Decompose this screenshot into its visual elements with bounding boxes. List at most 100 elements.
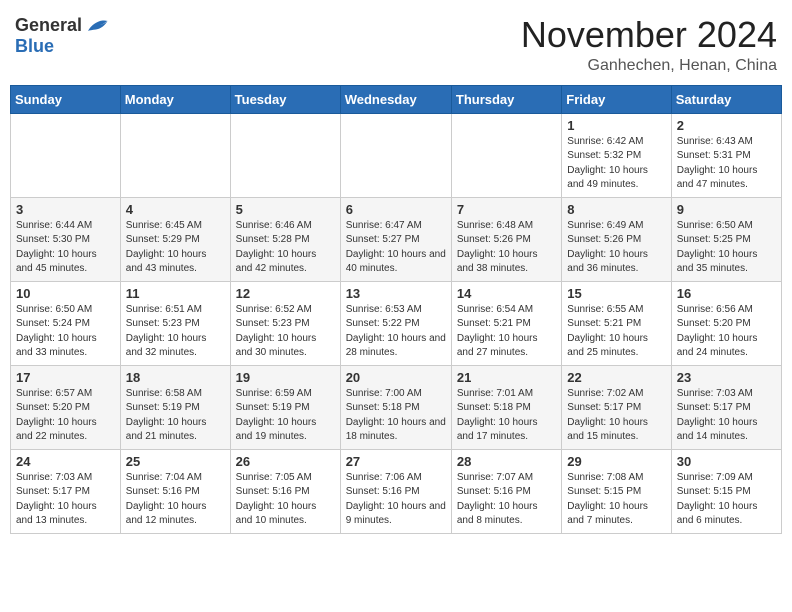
day-number: 17 bbox=[16, 370, 115, 385]
day-info: Sunrise: 6:59 AMSunset: 5:19 PMDaylight:… bbox=[236, 387, 335, 445]
day-number: 18 bbox=[126, 370, 225, 385]
day-number: 4 bbox=[126, 202, 225, 217]
calendar-cell: 10Sunrise: 6:50 AMSunset: 5:24 PMDayligh… bbox=[11, 281, 121, 365]
day-info: Sunrise: 7:09 AMSunset: 5:15 PMDaylight:… bbox=[677, 471, 776, 529]
weekday-header-saturday: Saturday bbox=[671, 85, 781, 113]
calendar-cell: 19 Sunrise: 6:59 AMSunset: 5:19 PMDayligh… bbox=[230, 365, 340, 449]
day-number: 1 bbox=[567, 118, 665, 133]
calendar-cell: 22Sunrise: 7:02 AMSunset: 5:17 PMDayligh… bbox=[562, 365, 671, 449]
calendar-week-row: 3 Sunrise: 6:44 AMSunset: 5:30 PMDaylight… bbox=[11, 197, 782, 281]
calendar-cell: 29 Sunrise: 7:08 AMSunset: 5:15 PMDayligh… bbox=[562, 449, 671, 533]
day-info: Sunrise: 6:51 AMSunset: 5:23 PMDaylight:… bbox=[126, 303, 225, 361]
calendar-cell: 27Sunrise: 7:06 AMSunset: 5:16 PMDayligh… bbox=[340, 449, 451, 533]
day-number: 8 bbox=[567, 202, 665, 217]
calendar-cell: 1 Sunrise: 6:42 AMSunset: 5:32 PMDaylight… bbox=[562, 113, 671, 197]
weekday-header-wednesday: Wednesday bbox=[340, 85, 451, 113]
logo: General Blue bbox=[15, 15, 108, 57]
calendar-week-row: 17 Sunrise: 6:57 AMSunset: 5:20 PMDayligh… bbox=[11, 365, 782, 449]
calendar-cell: 16Sunrise: 6:56 AMSunset: 5:20 PMDayligh… bbox=[671, 281, 781, 365]
day-number: 20 bbox=[346, 370, 446, 385]
day-info: Sunrise: 6:45 AMSunset: 5:29 PMDaylight:… bbox=[126, 219, 225, 277]
day-info: Sunrise: 7:08 AMSunset: 5:15 PMDaylight:… bbox=[567, 471, 665, 529]
weekday-header-friday: Friday bbox=[562, 85, 671, 113]
day-number: 21 bbox=[457, 370, 556, 385]
day-info: Sunrise: 6:50 AMSunset: 5:25 PMDaylight:… bbox=[677, 219, 776, 277]
day-info: Sunrise: 7:02 AMSunset: 5:17 PMDaylight:… bbox=[567, 387, 665, 445]
title-area: November 2024 Ganhechen, Henan, China bbox=[521, 15, 777, 75]
day-number: 13 bbox=[346, 286, 446, 301]
calendar-cell bbox=[230, 113, 340, 197]
calendar-cell: 5 Sunrise: 6:46 AMSunset: 5:28 PMDaylight… bbox=[230, 197, 340, 281]
calendar-cell: 25 Sunrise: 7:04 AMSunset: 5:16 PMDayligh… bbox=[120, 449, 230, 533]
day-number: 28 bbox=[457, 454, 556, 469]
calendar-cell: 12 Sunrise: 6:52 AMSunset: 5:23 PMDayligh… bbox=[230, 281, 340, 365]
calendar-cell: 2Sunrise: 6:43 AMSunset: 5:31 PMDaylight… bbox=[671, 113, 781, 197]
day-info: Sunrise: 6:47 AMSunset: 5:27 PMDaylight:… bbox=[346, 219, 446, 277]
calendar-cell: 15Sunrise: 6:55 AMSunset: 5:21 PMDayligh… bbox=[562, 281, 671, 365]
day-info: Sunrise: 7:03 AMSunset: 5:17 PMDaylight:… bbox=[677, 387, 776, 445]
calendar-cell: 18 Sunrise: 6:58 AMSunset: 5:19 PMDayligh… bbox=[120, 365, 230, 449]
day-number: 30 bbox=[677, 454, 776, 469]
day-info: Sunrise: 6:53 AMSunset: 5:22 PMDaylight:… bbox=[346, 303, 446, 361]
calendar-cell bbox=[451, 113, 561, 197]
day-number: 19 bbox=[236, 370, 335, 385]
calendar-cell: 11Sunrise: 6:51 AMSunset: 5:23 PMDayligh… bbox=[120, 281, 230, 365]
weekday-header-monday: Monday bbox=[120, 85, 230, 113]
day-info: Sunrise: 7:00 AMSunset: 5:18 PMDaylight:… bbox=[346, 387, 446, 445]
calendar-cell: 21 Sunrise: 7:01 AMSunset: 5:18 PMDayligh… bbox=[451, 365, 561, 449]
day-info: Sunrise: 7:01 AMSunset: 5:18 PMDaylight:… bbox=[457, 387, 556, 445]
calendar-cell: 30 Sunrise: 7:09 AMSunset: 5:15 PMDayligh… bbox=[671, 449, 781, 533]
day-info: Sunrise: 6:44 AMSunset: 5:30 PMDaylight:… bbox=[16, 219, 115, 277]
calendar-cell: 6 Sunrise: 6:47 AMSunset: 5:27 PMDaylight… bbox=[340, 197, 451, 281]
day-number: 14 bbox=[457, 286, 556, 301]
page-header: General Blue November 2024 Ganhechen, He… bbox=[10, 10, 782, 75]
day-info: Sunrise: 6:42 AMSunset: 5:32 PMDaylight:… bbox=[567, 135, 665, 193]
day-info: Sunrise: 6:46 AMSunset: 5:28 PMDaylight:… bbox=[236, 219, 335, 277]
calendar-cell: 4 Sunrise: 6:45 AMSunset: 5:29 PMDaylight… bbox=[120, 197, 230, 281]
day-info: Sunrise: 7:06 AMSunset: 5:16 PMDaylight:… bbox=[346, 471, 446, 529]
day-number: 24 bbox=[16, 454, 115, 469]
day-info: Sunrise: 7:04 AMSunset: 5:16 PMDaylight:… bbox=[126, 471, 225, 529]
day-number: 5 bbox=[236, 202, 335, 217]
day-number: 29 bbox=[567, 454, 665, 469]
weekday-header-tuesday: Tuesday bbox=[230, 85, 340, 113]
calendar-cell bbox=[11, 113, 121, 197]
day-info: Sunrise: 6:52 AMSunset: 5:23 PMDaylight:… bbox=[236, 303, 335, 361]
day-number: 23 bbox=[677, 370, 776, 385]
day-info: Sunrise: 6:49 AMSunset: 5:26 PMDaylight:… bbox=[567, 219, 665, 277]
day-number: 2 bbox=[677, 118, 776, 133]
calendar-cell: 20 Sunrise: 7:00 AMSunset: 5:18 PMDayligh… bbox=[340, 365, 451, 449]
calendar-cell: 28 Sunrise: 7:07 AMSunset: 5:16 PMDayligh… bbox=[451, 449, 561, 533]
calendar-cell bbox=[120, 113, 230, 197]
day-number: 6 bbox=[346, 202, 446, 217]
calendar-cell: 17 Sunrise: 6:57 AMSunset: 5:20 PMDayligh… bbox=[11, 365, 121, 449]
calendar-week-row: 24 Sunrise: 7:03 AMSunset: 5:17 PMDayligh… bbox=[11, 449, 782, 533]
calendar-table: SundayMondayTuesdayWednesdayThursdayFrid… bbox=[10, 85, 782, 534]
day-info: Sunrise: 7:07 AMSunset: 5:16 PMDaylight:… bbox=[457, 471, 556, 529]
calendar-cell: 26 Sunrise: 7:05 AMSunset: 5:16 PMDayligh… bbox=[230, 449, 340, 533]
day-number: 3 bbox=[16, 202, 115, 217]
day-number: 25 bbox=[126, 454, 225, 469]
day-number: 26 bbox=[236, 454, 335, 469]
calendar-week-row: 1 Sunrise: 6:42 AMSunset: 5:32 PMDaylight… bbox=[11, 113, 782, 197]
calendar-cell: 3 Sunrise: 6:44 AMSunset: 5:30 PMDaylight… bbox=[11, 197, 121, 281]
day-info: Sunrise: 7:03 AMSunset: 5:17 PMDaylight:… bbox=[16, 471, 115, 529]
day-info: Sunrise: 6:56 AMSunset: 5:20 PMDaylight:… bbox=[677, 303, 776, 361]
month-title: November 2024 bbox=[521, 15, 777, 55]
weekday-header-row: SundayMondayTuesdayWednesdayThursdayFrid… bbox=[11, 85, 782, 113]
calendar-cell: 7 Sunrise: 6:48 AMSunset: 5:26 PMDaylight… bbox=[451, 197, 561, 281]
day-info: Sunrise: 7:05 AMSunset: 5:16 PMDaylight:… bbox=[236, 471, 335, 529]
calendar-cell: 14 Sunrise: 6:54 AMSunset: 5:21 PMDayligh… bbox=[451, 281, 561, 365]
weekday-header-sunday: Sunday bbox=[11, 85, 121, 113]
location-subtitle: Ganhechen, Henan, China bbox=[521, 57, 777, 75]
logo-bird-icon bbox=[86, 17, 108, 35]
day-number: 12 bbox=[236, 286, 335, 301]
day-number: 7 bbox=[457, 202, 556, 217]
day-info: Sunrise: 6:58 AMSunset: 5:19 PMDaylight:… bbox=[126, 387, 225, 445]
calendar-week-row: 10Sunrise: 6:50 AMSunset: 5:24 PMDayligh… bbox=[11, 281, 782, 365]
weekday-header-thursday: Thursday bbox=[451, 85, 561, 113]
day-number: 9 bbox=[677, 202, 776, 217]
day-info: Sunrise: 6:48 AMSunset: 5:26 PMDaylight:… bbox=[457, 219, 556, 277]
day-info: Sunrise: 6:57 AMSunset: 5:20 PMDaylight:… bbox=[16, 387, 115, 445]
day-info: Sunrise: 6:54 AMSunset: 5:21 PMDaylight:… bbox=[457, 303, 556, 361]
